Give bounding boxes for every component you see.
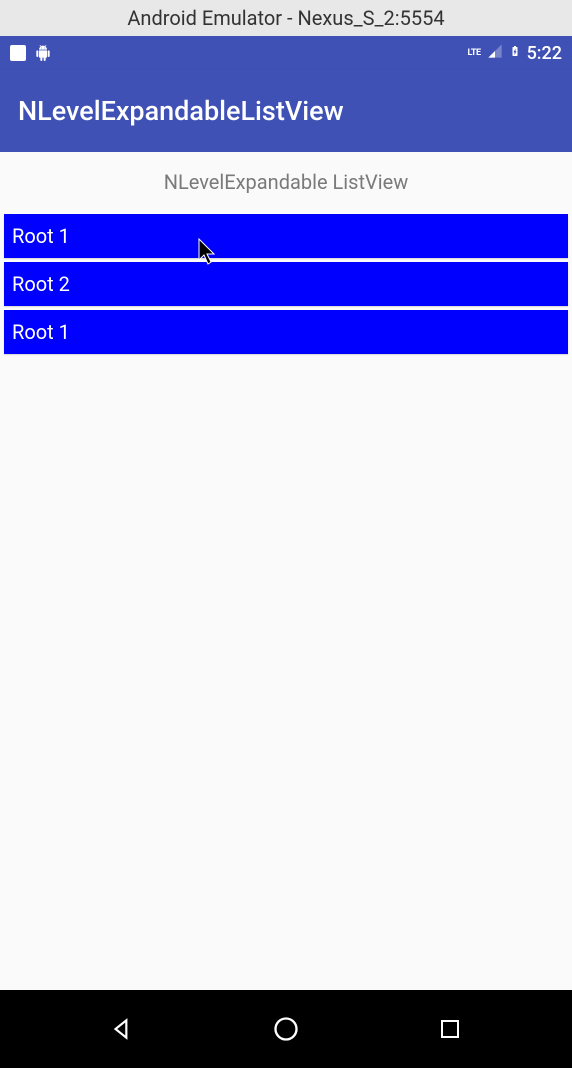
expandable-list: Root 1 Root 2 Root 1 [0, 214, 572, 354]
battery-charging-icon [509, 42, 521, 65]
recent-apps-button[interactable] [434, 1013, 466, 1045]
back-button[interactable] [106, 1013, 138, 1045]
content-area: NLevelExpandable ListView Root 1 Root 2 … [0, 152, 572, 354]
emulator-title: Android Emulator - Nexus_S_2:5554 [127, 6, 444, 30]
status-bar: LTE 5:22 [0, 36, 572, 70]
list-item-label: Root 1 [12, 320, 70, 344]
subtitle-label: NLevelExpandable ListView [0, 166, 572, 214]
emulator-title-bar: Android Emulator - Nexus_S_2:5554 [0, 0, 572, 36]
app-bar: NLevelExpandableListView [0, 70, 572, 152]
signal-icon [487, 43, 503, 64]
navigation-bar [0, 990, 572, 1068]
status-right: LTE 5:22 [468, 42, 562, 65]
network-type-label: LTE [468, 48, 481, 58]
list-item[interactable]: Root 2 [4, 262, 568, 306]
clock-time: 5:22 [527, 43, 562, 64]
home-button[interactable] [270, 1013, 302, 1045]
list-item[interactable]: Root 1 [4, 310, 568, 354]
list-item-label: Root 1 [12, 224, 70, 248]
android-debug-icon [34, 45, 52, 61]
status-left [10, 45, 52, 61]
sd-card-icon [10, 45, 26, 61]
app-title: NLevelExpandableListView [18, 95, 344, 127]
list-item[interactable]: Root 1 [4, 214, 568, 258]
list-item-label: Root 2 [12, 272, 70, 296]
